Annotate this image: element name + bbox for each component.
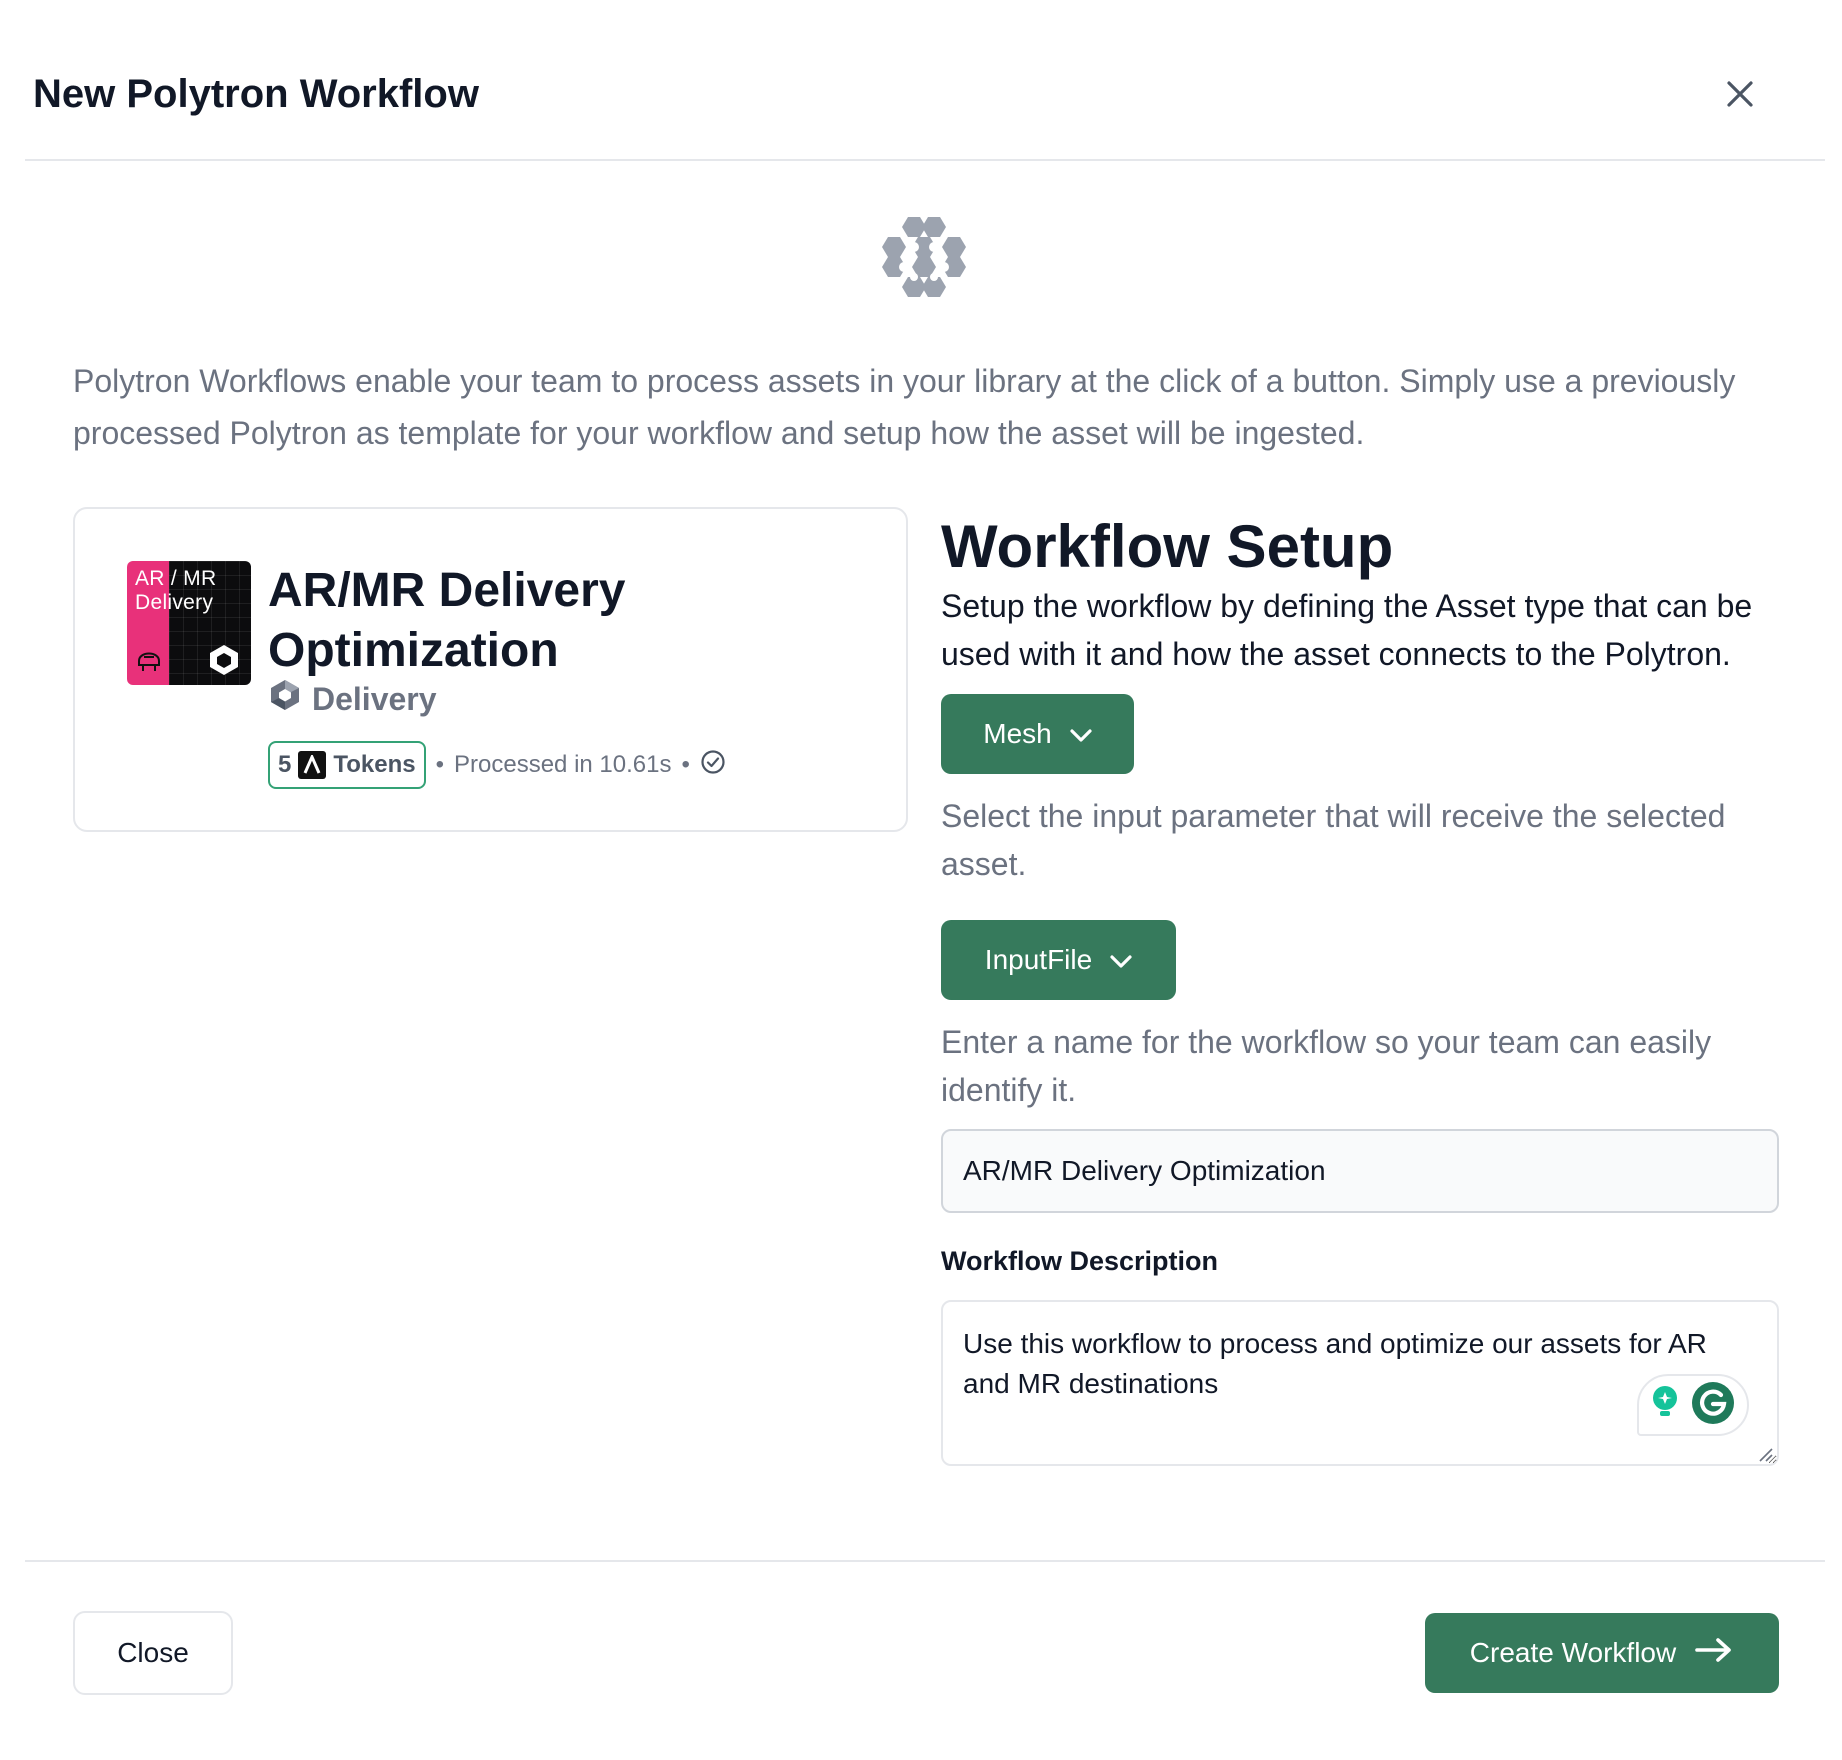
tokens-label: Tokens [333,751,416,778]
chevron-down-icon [1070,718,1092,750]
workflow-name-input[interactable] [941,1129,1779,1213]
template-title: AR/MR Delivery Optimization [268,564,626,677]
template-meta: 5 Tokens • Processed in 10.61s • [268,740,726,790]
input-parameter-dropdown[interactable]: InputFile [941,920,1176,1000]
processed-time: Processed in 10.61s [454,751,672,778]
delivery-logo-icon [207,643,241,677]
resize-handle-icon[interactable] [1757,1446,1773,1462]
lightbulb-icon [1650,1384,1680,1427]
close-button[interactable]: Close [73,1611,233,1695]
asset-type-value: Mesh [983,718,1052,749]
headset-icon [133,643,165,675]
meta-separator: • [681,751,690,778]
modal-title: New Polytron Workflow [33,72,479,116]
hexagon-cluster-icon [874,213,974,305]
category-label: Delivery [312,680,437,717]
input-parameter-helper: Select the input parameter that will rec… [941,798,1726,882]
tokens-count: 5 [278,751,292,778]
template-category: Delivery [268,679,437,719]
token-icon [298,751,327,779]
delivery-logo-icon [268,678,302,720]
workflow-name-helper: Enter a name for the workflow so your te… [941,1024,1712,1108]
intro-text: Polytron Workflows enable your team to p… [73,363,1736,451]
thumbnail-text: AR / MR Delivery [135,567,217,614]
input-parameter-value: InputFile [984,944,1093,975]
arrow-right-icon [1694,1637,1734,1670]
new-workflow-modal: New Polytron Workflow Polytron Workflows… [0,0,1842,1760]
meta-separator: • [435,751,445,778]
check-circle-icon [700,749,726,782]
create-workflow-label: Create Workflow [1469,1637,1677,1668]
tokens-badge: 5 Tokens [268,741,426,789]
close-icon[interactable] [1718,72,1762,116]
grammarly-widget[interactable] [1637,1374,1749,1436]
chevron-down-icon [1110,944,1132,976]
asset-type-dropdown[interactable]: Mesh [941,694,1134,774]
grammarly-icon [1690,1380,1736,1431]
create-workflow-button[interactable]: Create Workflow [1425,1613,1779,1693]
workflow-description-label: Workflow Description [941,1246,1219,1276]
template-polytron-card: AR / MR Delivery AR/MR Delivery Optimiza… [73,507,908,832]
workflow-setup-description: Setup the workflow by defining the Asset… [941,588,1753,672]
polytron-thumbnail: AR / MR Delivery [127,561,251,685]
workflow-setup-title: Workflow Setup [941,513,1394,580]
